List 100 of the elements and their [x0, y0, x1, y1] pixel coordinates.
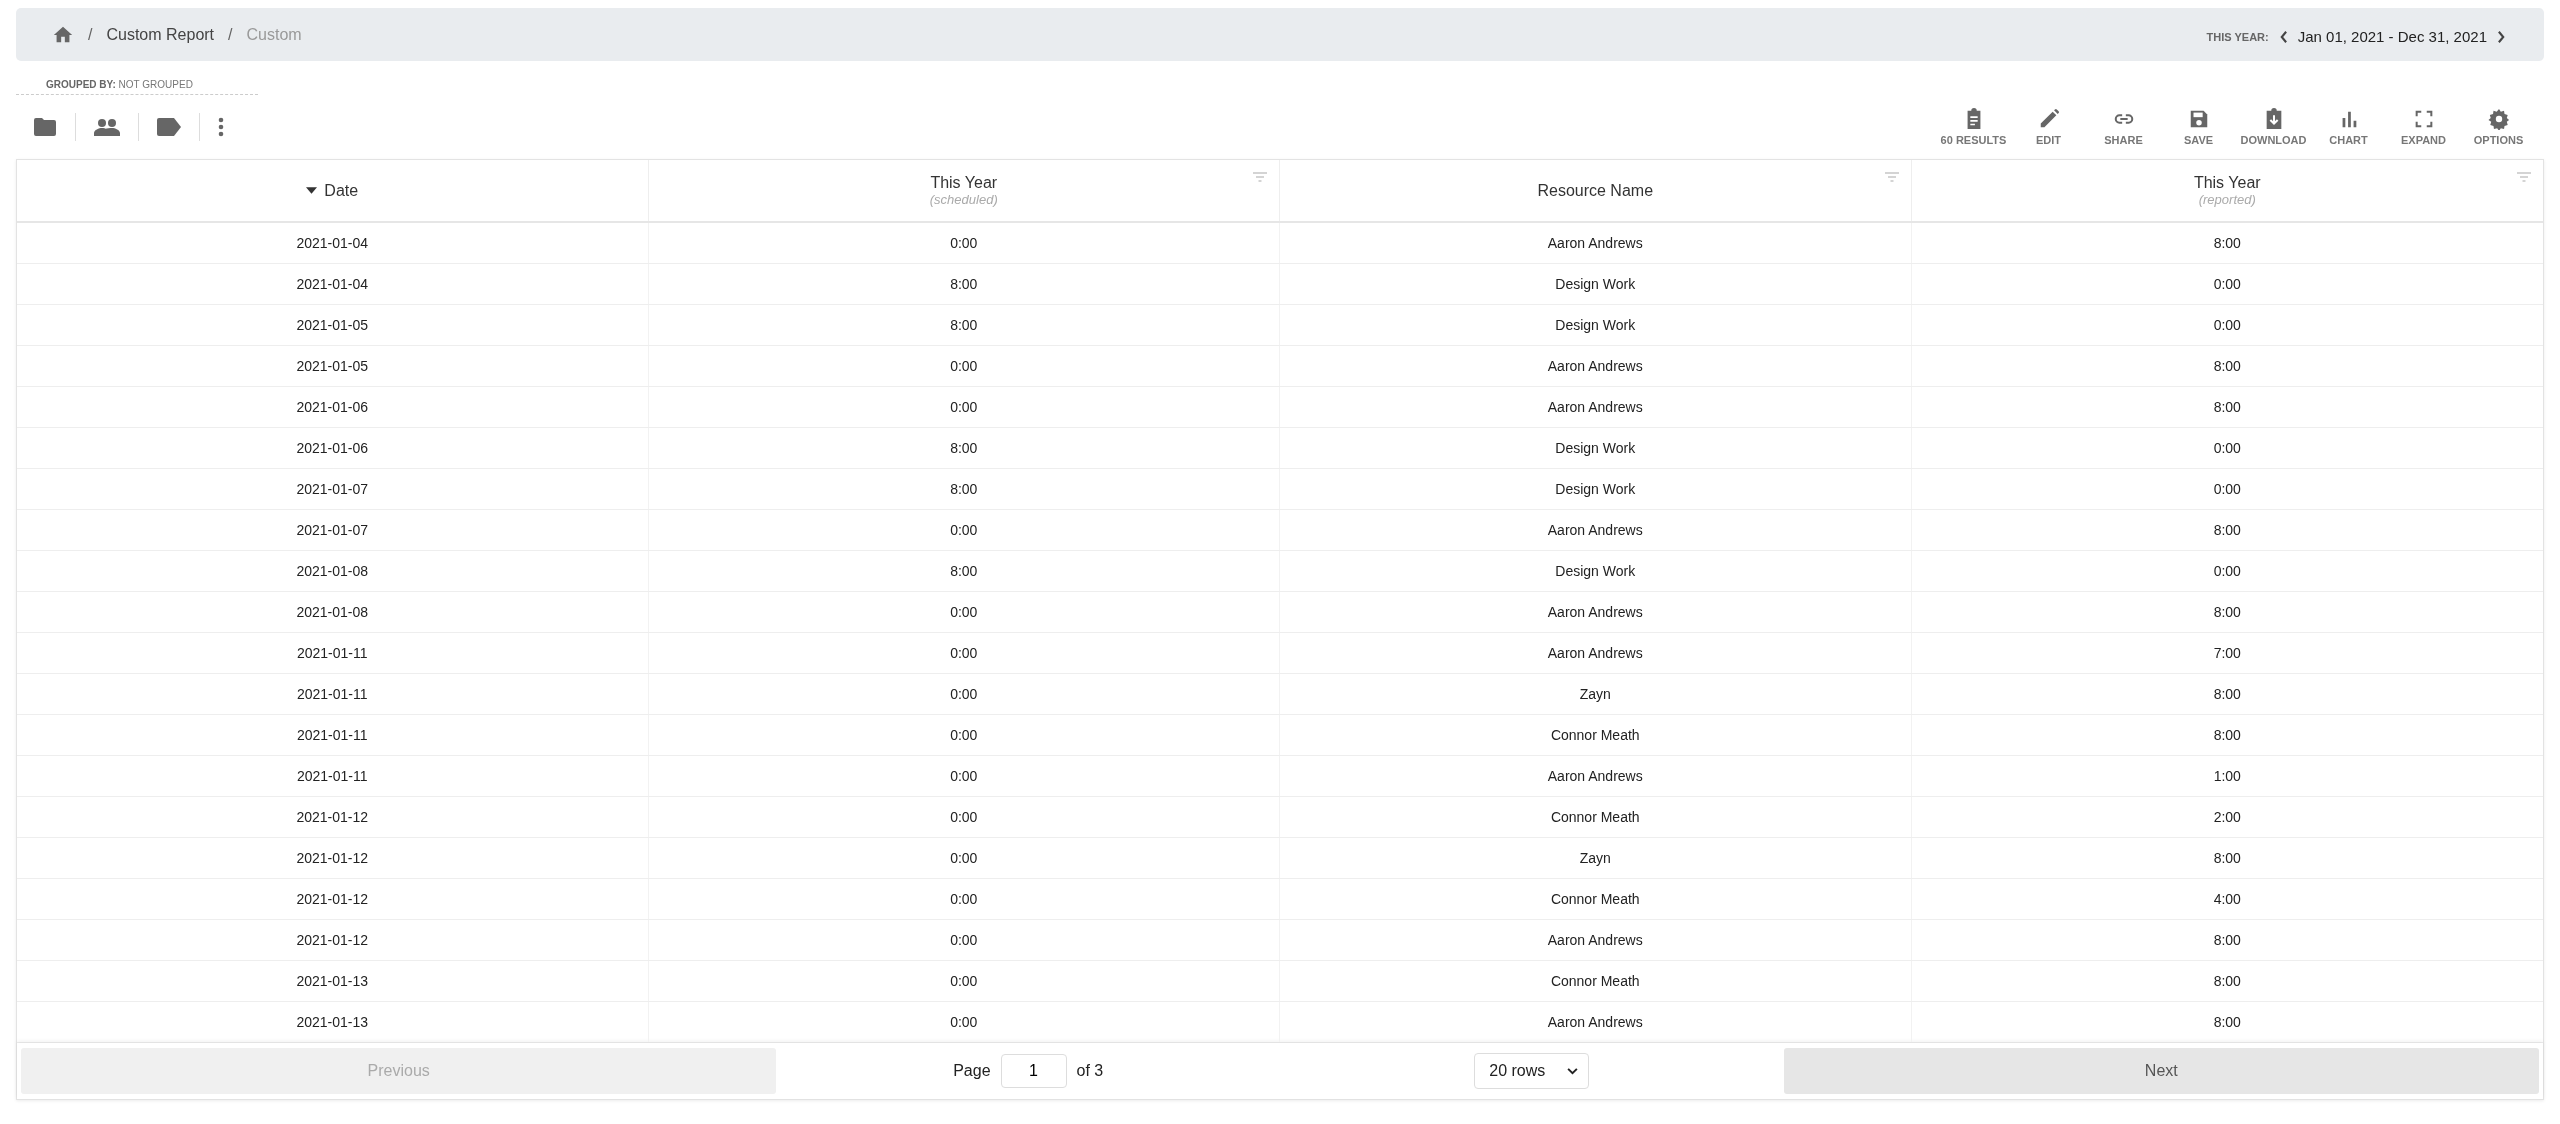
table-cell: Aaron Andrews — [1280, 920, 1912, 960]
table-cell: 0:00 — [648, 715, 1280, 755]
breadcrumb-separator: / — [228, 25, 233, 44]
table-cell: Aaron Andrews — [1280, 346, 1912, 386]
date-range[interactable]: Jan 01, 2021 - Dec 31, 2021 — [2297, 28, 2487, 45]
table-cell-text: 8:00 — [2212, 521, 2242, 540]
table-cell: 2021-01-11 — [17, 633, 649, 673]
chevron-left-icon[interactable] — [2278, 29, 2288, 44]
page-label: Page — [953, 1062, 991, 1080]
column-header[interactable]: Date — [17, 160, 649, 221]
table-cell-text: 0:00 — [2212, 316, 2242, 335]
table-cell: 8:00 — [648, 469, 1280, 509]
column-subtitle: (reported) — [2198, 192, 2256, 207]
grouping-label[interactable]: GROUPED BY: NOT GROUPED — [16, 79, 258, 95]
people-icon[interactable] — [94, 118, 120, 136]
table-cell: 8:00 — [648, 264, 1280, 304]
table-cell-text: 8:00 — [2212, 234, 2242, 253]
table-cell: 0:00 — [648, 756, 1280, 796]
breadcrumb-link[interactable]: Custom Report — [106, 25, 215, 44]
options-button[interactable]: OPTIONS — [2463, 108, 2534, 146]
table-cell: 2021-01-06 — [17, 387, 649, 427]
table-cell: Design Work — [1280, 428, 1912, 468]
table-cell: 2021-01-13 — [17, 961, 649, 1001]
save-button[interactable]: SAVE — [2163, 108, 2234, 146]
table-cell: 0:00 — [648, 838, 1280, 878]
table-cell: 0:00 — [648, 346, 1280, 386]
table-cell: Design Work — [1280, 264, 1912, 304]
table-cell: Design Work — [1280, 469, 1912, 509]
rows-per-page-select[interactable]: 20 rows — [1474, 1053, 1590, 1089]
table-cell-text: 8:00 — [2212, 398, 2242, 417]
table-cell: Connor Meath — [1280, 715, 1912, 755]
table-cell: Connor Meath — [1280, 961, 1912, 1001]
table-cell: 2021-01-06 — [17, 428, 649, 468]
table-cell-text: 8:00 — [2212, 1013, 2242, 1032]
table-cell: Connor Meath — [1280, 797, 1912, 837]
table-cell-text: 0:00 — [2212, 275, 2242, 294]
date-range-label: THIS YEAR: — [2206, 30, 2269, 43]
table-cell-text: 7:00 — [2212, 644, 2242, 663]
sort-descending-icon[interactable] — [306, 187, 318, 194]
table-cell: 8:00 — [648, 428, 1280, 468]
table-cell: Aaron Andrews — [1280, 387, 1912, 427]
table-cell: 2021-01-12 — [17, 838, 649, 878]
table-cell: Aaron Andrews — [1280, 633, 1912, 673]
table-cell-text: 8:00 — [2212, 685, 2242, 704]
column-title: Resource Name — [1537, 181, 1654, 200]
breadcrumb-separator: / — [88, 25, 93, 44]
chart-button[interactable]: CHART — [2313, 108, 2384, 146]
table-cell: 0:00 — [648, 633, 1280, 673]
table-cell-text: 8:00 — [2212, 972, 2242, 991]
results-button[interactable]: 60 RESULTS — [1938, 108, 2009, 146]
column-title: Date — [324, 181, 359, 200]
table-cell: Aaron Andrews — [1280, 756, 1912, 796]
column-header[interactable]: This Year (reported) — [1911, 160, 2543, 221]
table-cell: Aaron Andrews — [1280, 510, 1912, 550]
table-cell: Connor Meath — [1280, 879, 1912, 919]
page-number-field[interactable]: 1 — [1000, 1054, 1067, 1088]
table-cell: Design Work — [1280, 551, 1912, 591]
table-cell: 0:00 — [648, 510, 1280, 550]
edit-button[interactable]: EDIT — [2013, 108, 2084, 146]
table-cell: 2021-01-04 — [17, 223, 649, 263]
folder-icon[interactable] — [33, 117, 57, 137]
table-cell-text: 0:00 — [2212, 480, 2242, 499]
table-cell: 2021-01-08 — [17, 551, 649, 591]
table-cell: 2021-01-13 — [17, 1002, 649, 1042]
table-cell: 2021-01-04 — [17, 264, 649, 304]
share-button[interactable]: SHARE — [2088, 108, 2159, 146]
caret-icon — [1567, 1067, 1579, 1075]
chevron-right-icon[interactable] — [2497, 29, 2506, 44]
table-cell: Aaron Andrews — [1280, 223, 1912, 263]
table-cell: 0:00 — [648, 223, 1280, 263]
settings-icon — [2487, 108, 2510, 130]
column-header[interactable]: This Year (scheduled) — [648, 160, 1280, 221]
table-cell: Zayn — [1280, 838, 1912, 878]
more-vertical-icon[interactable] — [218, 117, 224, 137]
download-button[interactable]: DOWNLOAD — [2238, 108, 2309, 146]
table-cell-text: 8:00 — [2212, 931, 2242, 950]
table-cell: 0:00 — [648, 592, 1280, 632]
table-cell: 8:00 — [648, 305, 1280, 345]
table-cell-text: 8:00 — [2212, 357, 2242, 376]
table-cell: 0:00 — [648, 387, 1280, 427]
table-cell-text: 4:00 — [2212, 890, 2242, 909]
table-cell: 0:00 — [648, 879, 1280, 919]
table-cell: 2021-01-12 — [17, 920, 649, 960]
table-cell: 2021-01-11 — [17, 674, 649, 714]
table-cell-text: 1:00 — [2212, 767, 2242, 786]
column-subtitle: (scheduled) — [929, 192, 998, 207]
table-cell: 0:00 — [648, 961, 1280, 1001]
table-cell-text: 8:00 — [2212, 726, 2242, 745]
table-cell: 2021-01-11 — [17, 756, 649, 796]
table-cell-text: 0:00 — [2212, 562, 2242, 581]
table-cell: 2021-01-07 — [17, 469, 649, 509]
table-cell: 0:00 — [648, 797, 1280, 837]
expand-button[interactable]: EXPAND — [2388, 108, 2459, 146]
column-header[interactable]: Resource Name — [1280, 160, 1912, 221]
table-cell: Design Work — [1280, 305, 1912, 345]
table-cell-text: 0:00 — [2212, 439, 2242, 458]
next-button[interactable]: Next — [1783, 1048, 2539, 1094]
page-count: of 3 — [1076, 1062, 1104, 1080]
tag-icon[interactable] — [157, 118, 181, 136]
table-cell-text: 8:00 — [2212, 603, 2242, 622]
